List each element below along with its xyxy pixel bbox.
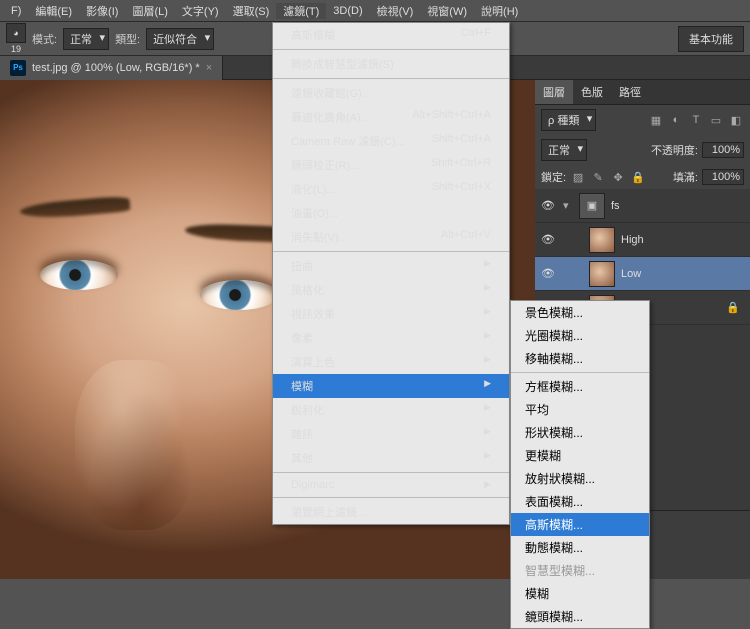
layer-thumb[interactable]: [589, 261, 615, 287]
tool-icon[interactable]: ◕: [6, 23, 26, 43]
menu-item[interactable]: 像素▶: [273, 326, 509, 350]
opacity-label: 不透明度:: [651, 142, 698, 158]
submenu-item[interactable]: 高斯模糊...: [511, 513, 649, 536]
menu-6[interactable]: 濾鏡(T): [276, 3, 326, 19]
menu-item: 濾鏡收藏館(G)...: [273, 81, 509, 105]
submenu-item[interactable]: 動態模糊...: [511, 536, 649, 559]
panel-tabs: 圖層色版路徑: [535, 80, 750, 105]
menu-7[interactable]: 3D(D): [326, 5, 369, 17]
filter-shape-icon[interactable]: ▭: [708, 112, 724, 128]
layer-folder[interactable]: 👁 ▾ ▣ fs: [535, 189, 750, 223]
submenu-item[interactable]: 鏡頭模糊...: [511, 605, 649, 628]
layer-thumb[interactable]: [589, 227, 615, 253]
visibility-icon[interactable]: 👁: [539, 199, 557, 212]
menu-1[interactable]: 編輯(E): [28, 3, 79, 19]
submenu-item[interactable]: 景色模糊...: [511, 301, 649, 324]
tab-title: test.jpg @ 100% (Low, RGB/16*) *: [32, 62, 200, 74]
lock-pos-icon[interactable]: ✥: [610, 169, 626, 185]
menu-item[interactable]: 銳利化▶: [273, 398, 509, 422]
menu-9[interactable]: 視窗(W): [420, 3, 474, 19]
lock-all-icon[interactable]: 🔒: [630, 169, 646, 185]
submenu-item[interactable]: 更模糊: [511, 444, 649, 467]
fill-value[interactable]: 100%: [702, 169, 744, 185]
workspace-button[interactable]: 基本功能: [678, 26, 744, 52]
lock-paint-icon[interactable]: ✎: [590, 169, 606, 185]
layer-name: Low: [621, 268, 641, 280]
menu-item[interactable]: 模糊▶: [273, 374, 509, 398]
filter-smart-icon[interactable]: ◧: [728, 112, 744, 128]
layer-row[interactable]: 👁 High: [535, 223, 750, 257]
panel-tab-路徑[interactable]: 路徑: [611, 80, 649, 104]
menu-item[interactable]: Camera Raw 濾鏡(C)...Shift+Ctrl+A: [273, 129, 509, 153]
close-icon[interactable]: ×: [206, 62, 212, 74]
submenu-item[interactable]: 放射狀模糊...: [511, 467, 649, 490]
opacity-value[interactable]: 100%: [702, 142, 744, 158]
lock-trans-icon[interactable]: ▨: [570, 169, 586, 185]
menu-10[interactable]: 說明(H): [474, 3, 525, 19]
lock-label: 鎖定:: [541, 169, 566, 185]
mode-select[interactable]: 正常: [63, 28, 109, 50]
menu-3[interactable]: 圖層(L): [125, 3, 174, 19]
menu-0[interactable]: F): [4, 5, 28, 17]
menu-item[interactable]: 其他▶: [273, 446, 509, 470]
filter-adjust-icon[interactable]: ◐: [668, 112, 684, 128]
menu-item[interactable]: 液化(L)...Shift+Ctrl+X: [273, 177, 509, 201]
submenu-item[interactable]: 平均: [511, 398, 649, 421]
menu-2[interactable]: 影像(I): [79, 3, 125, 19]
submenu-item[interactable]: 模糊: [511, 582, 649, 605]
menu-item: Digimarc▶: [273, 475, 509, 495]
layer-row[interactable]: 👁 Low: [535, 257, 750, 291]
menu-item[interactable]: 演算上色▶: [273, 350, 509, 374]
tool-number: 19: [11, 44, 21, 54]
menu-item[interactable]: 瀏覽網上濾鏡...: [273, 500, 509, 524]
menu-4[interactable]: 文字(Y): [175, 3, 226, 19]
menu-item[interactable]: 鏡頭校正(R)...Shift+Ctrl+R: [273, 153, 509, 177]
lock-icon: 🔒: [726, 301, 740, 314]
submenu-item[interactable]: 方框模糊...: [511, 375, 649, 398]
ps-icon: Ps: [10, 60, 26, 76]
folder-name: fs: [611, 200, 620, 212]
menu-8[interactable]: 檢視(V): [370, 3, 421, 19]
kind-filter[interactable]: ρ 種類: [541, 109, 596, 131]
document-tab[interactable]: Ps test.jpg @ 100% (Low, RGB/16*) * ×: [0, 56, 223, 80]
menu-item[interactable]: 轉換成智慧型濾鏡(S): [273, 52, 509, 76]
type-label: 類型:: [115, 31, 140, 47]
filter-text-icon[interactable]: T: [688, 112, 704, 128]
submenu-item[interactable]: 表面模糊...: [511, 490, 649, 513]
menu-item[interactable]: 高斯模糊Ctrl+F: [273, 23, 509, 47]
menu-item[interactable]: 風格化▶: [273, 278, 509, 302]
submenu-item[interactable]: 光圈模糊...: [511, 324, 649, 347]
fill-label: 填滿:: [673, 169, 698, 185]
layer-name: High: [621, 234, 644, 246]
menu-item[interactable]: 消失點(V)...Alt+Ctrl+V: [273, 225, 509, 249]
menu-item[interactable]: 油畫(O)...: [273, 201, 509, 225]
menu-5[interactable]: 選取(S): [226, 3, 277, 19]
menu-item[interactable]: 最適化廣角(A)...Alt+Shift+Ctrl+A: [273, 105, 509, 129]
visibility-icon[interactable]: 👁: [539, 267, 557, 280]
folder-icon: ▣: [579, 193, 605, 219]
panel-tab-色版[interactable]: 色版: [573, 80, 611, 104]
menu-item[interactable]: 雜訊▶: [273, 422, 509, 446]
menu-item[interactable]: 扭曲▶: [273, 254, 509, 278]
submenu-item[interactable]: 形狀模糊...: [511, 421, 649, 444]
submenu-item[interactable]: 移軸模糊...: [511, 347, 649, 370]
visibility-icon[interactable]: 👁: [539, 233, 557, 246]
menu-item[interactable]: 視訊效果▶: [273, 302, 509, 326]
filter-menu: 高斯模糊Ctrl+F 轉換成智慧型濾鏡(S) 濾鏡收藏館(G)...最適化廣角(A)…: [272, 22, 510, 525]
panel-tab-圖層[interactable]: 圖層: [535, 80, 573, 104]
type-select[interactable]: 近似符合: [146, 28, 214, 50]
blend-mode-select[interactable]: 正常: [541, 139, 587, 161]
filter-image-icon[interactable]: ▦: [648, 112, 664, 128]
chevron-down-icon[interactable]: ▾: [563, 199, 573, 212]
menubar: F)編輯(E)影像(I)圖層(L)文字(Y)選取(S)濾鏡(T)3D(D)檢視(…: [0, 0, 750, 22]
blur-submenu: 景色模糊...光圈模糊...移軸模糊... 方框模糊...平均形狀模糊...更模糊…: [510, 300, 650, 629]
mode-label: 模式:: [32, 31, 57, 47]
